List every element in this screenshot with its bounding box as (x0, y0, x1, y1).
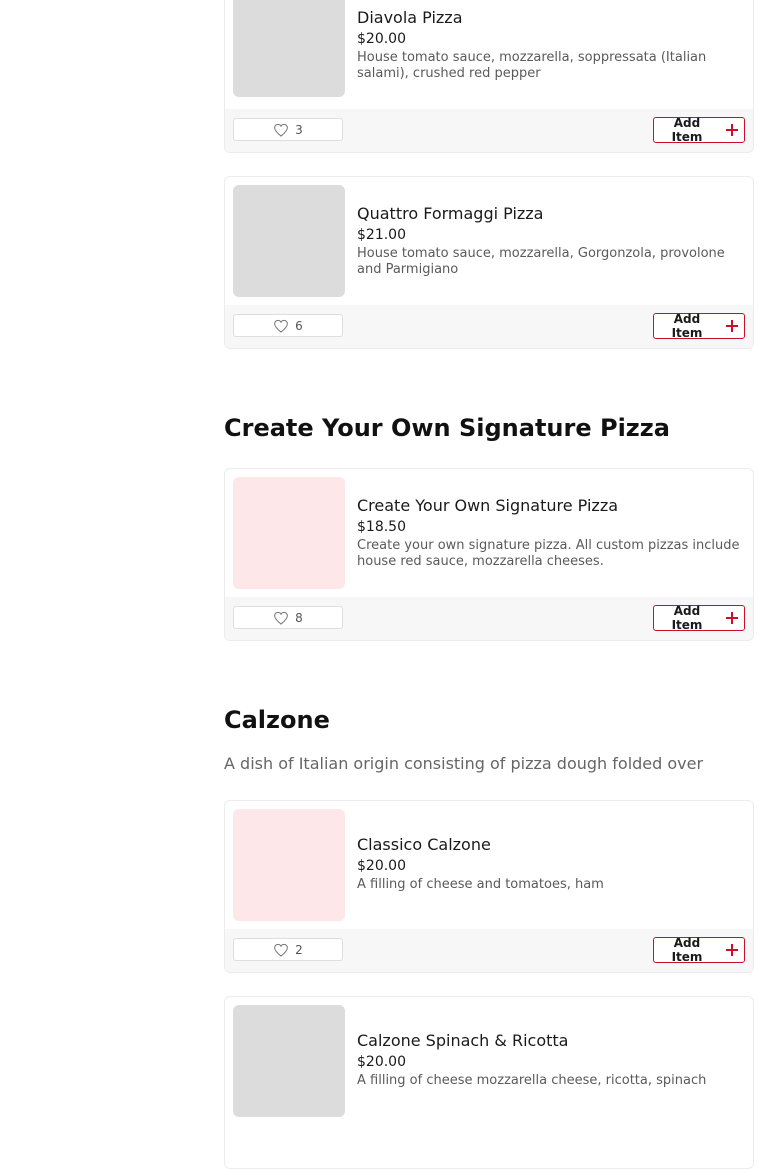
section-title: Create Your Own Signature Pizza (224, 414, 670, 442)
menu-item-card[interactable]: Classico Calzone $20.00 A filling of che… (224, 800, 754, 973)
section-description: A dish of Italian origin consisting of p… (224, 754, 704, 773)
item-image (233, 1005, 345, 1117)
menu-item-card[interactable]: Calzone Spinach & Ricotta $20.00 A filli… (224, 996, 754, 1169)
item-price: $21.00 (357, 227, 406, 243)
section-title: Calzone (224, 706, 330, 734)
menu-item-card[interactable]: Diavola Pizza $20.00 House tomato sauce,… (224, 0, 754, 153)
item-price: $20.00 (357, 1054, 406, 1070)
item-image (233, 477, 345, 589)
add-item-button[interactable]: Add Item (653, 116, 745, 144)
like-count: 3 (295, 122, 303, 137)
plus-icon (726, 124, 738, 136)
like-button[interactable]: 2 (233, 938, 343, 961)
item-image (233, 809, 345, 921)
add-item-label: Add Item (671, 312, 703, 340)
item-name: Quattro Formaggi Pizza (357, 204, 544, 223)
like-button[interactable]: 6 (233, 314, 343, 337)
item-name: Diavola Pizza (357, 8, 463, 27)
add-item-button[interactable]: Add Item (653, 312, 745, 340)
menu-item-card[interactable]: Quattro Formaggi Pizza $21.00 House toma… (224, 176, 754, 349)
item-name: Calzone Spinach & Ricotta (357, 1031, 569, 1050)
heart-icon (274, 319, 289, 333)
heart-icon (274, 123, 289, 137)
item-description: House tomato sauce, mozzarella, Gorgonzo… (357, 246, 725, 277)
plus-icon (726, 944, 738, 956)
item-description: A filling of cheese and tomatoes, ham (357, 877, 604, 892)
add-item-label: Add Item (671, 116, 703, 144)
like-button[interactable]: 3 (233, 118, 343, 141)
item-name: Create Your Own Signature Pizza (357, 496, 619, 515)
item-footer: 6 Add Item (225, 305, 753, 348)
plus-icon (726, 320, 738, 332)
item-image (233, 0, 345, 97)
add-item-button[interactable]: Add Item (653, 604, 745, 632)
item-description: Create your own signature pizza. All cus… (357, 538, 740, 569)
like-count: 8 (295, 610, 303, 625)
item-description: A filling of cheese mozzarella cheese, r… (357, 1073, 707, 1088)
item-footer: 3 Add Item (225, 109, 753, 152)
like-count: 6 (295, 318, 303, 333)
item-price: $20.00 (357, 31, 406, 47)
like-count: 2 (295, 942, 303, 957)
heart-icon (274, 611, 289, 625)
item-price: $20.00 (357, 858, 406, 874)
add-item-label: Add Item (671, 936, 703, 964)
item-footer: 2 Add Item (225, 929, 753, 972)
add-item-button[interactable]: Add Item (653, 936, 745, 964)
item-price: $18.50 (357, 519, 406, 535)
item-footer: 8 Add Item (225, 597, 753, 640)
heart-icon (274, 943, 289, 957)
item-name: Classico Calzone (357, 835, 491, 854)
plus-icon (726, 612, 738, 624)
item-image (233, 185, 345, 297)
menu-item-card[interactable]: Create Your Own Signature Pizza $18.50 C… (224, 468, 754, 641)
add-item-label: Add Item (671, 604, 703, 632)
item-description: House tomato sauce, mozzarella, soppress… (357, 50, 707, 81)
like-button[interactable]: 8 (233, 606, 343, 629)
